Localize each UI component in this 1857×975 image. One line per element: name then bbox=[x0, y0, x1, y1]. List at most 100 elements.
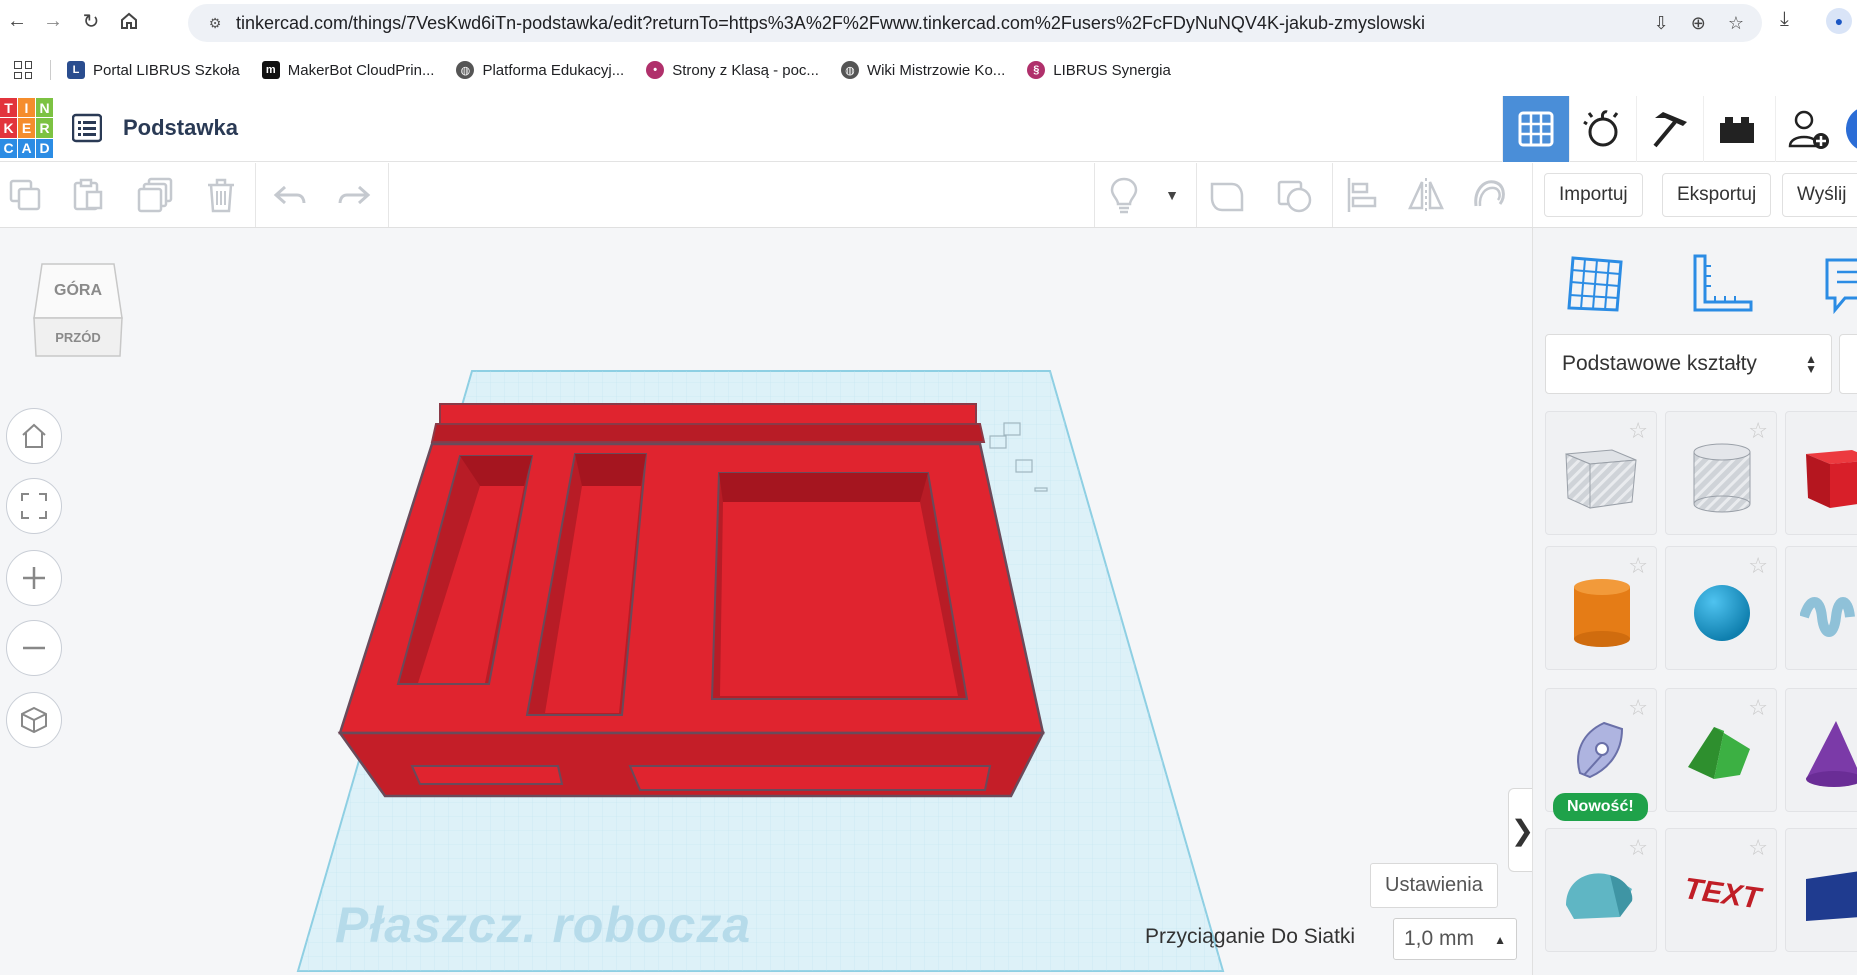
synergia-icon: § bbox=[1027, 61, 1046, 79]
notes-button[interactable] bbox=[1104, 175, 1144, 215]
shape-text[interactable]: ☆ TEXT bbox=[1665, 828, 1777, 952]
send-to-button[interactable]: Wyślij bbox=[1782, 173, 1857, 217]
bookmark-strony[interactable]: • Strony z Klasą - poc... bbox=[646, 61, 819, 79]
bookmark-librus[interactable]: L Portal LIBRUS Szkoła bbox=[67, 61, 240, 79]
ruler-tool-button[interactable] bbox=[1689, 252, 1755, 318]
notes-tool-button[interactable] bbox=[1821, 252, 1857, 318]
apps-icon[interactable] bbox=[12, 59, 34, 81]
delete-button[interactable] bbox=[201, 175, 241, 215]
undo-icon bbox=[273, 185, 306, 205]
bookmark-synergia[interactable]: § LIBRUS Synergia bbox=[1027, 61, 1171, 79]
toolbar-divider bbox=[1196, 163, 1197, 227]
shape-sphere[interactable]: ☆ bbox=[1665, 546, 1777, 670]
forward-button[interactable]: → bbox=[38, 6, 68, 36]
align-button[interactable] bbox=[1342, 175, 1382, 215]
redo-button[interactable] bbox=[334, 175, 374, 215]
3d-workspace[interactable]: Płaszcz. robocza GÓRA PRZÓD ❯ Ustawienia… bbox=[0, 228, 1532, 975]
profile-avatar[interactable]: ● bbox=[1826, 8, 1852, 34]
back-button[interactable]: ← bbox=[2, 6, 32, 36]
box-hole-icon bbox=[1565, 449, 1637, 509]
mirror-button[interactable] bbox=[1406, 175, 1446, 215]
zoom-icon[interactable]: ⊕ bbox=[1691, 13, 1706, 34]
3d-design-view-button[interactable] bbox=[1502, 96, 1569, 162]
grid-icon bbox=[1518, 111, 1554, 147]
bookmark-label: LIBRUS Synergia bbox=[1053, 61, 1171, 79]
settings-button[interactable]: Ustawienia bbox=[1370, 863, 1498, 908]
fit-view-button[interactable] bbox=[6, 478, 62, 534]
shape-search-button[interactable] bbox=[1839, 334, 1857, 394]
shape-roof[interactable]: ☆ bbox=[1665, 688, 1777, 812]
downloads-icon[interactable]: ⤓ bbox=[1780, 8, 1789, 31]
view-cube-front-label[interactable]: PRZÓD bbox=[30, 330, 126, 345]
3d-model-podstawka[interactable] bbox=[337, 403, 1046, 798]
logo-letter: T bbox=[0, 98, 17, 118]
ungroup-icon bbox=[1277, 180, 1312, 213]
workplane-tool-button[interactable] bbox=[1563, 252, 1629, 318]
edit-toolbar: ▼ Importuj Eksportuj Wyślij bbox=[0, 163, 1857, 228]
invite-user-button[interactable] bbox=[1775, 96, 1842, 162]
zoom-out-button[interactable] bbox=[6, 620, 62, 676]
bookmark-wiki[interactable]: ◍ Wiki Mistrzowie Ko... bbox=[840, 61, 1005, 79]
url-text[interactable]: tinkercad.com/things/7VesKwd6iTn-podstaw… bbox=[236, 13, 1425, 34]
copy-button[interactable] bbox=[5, 175, 45, 215]
design-title[interactable]: Podstawka bbox=[123, 115, 238, 141]
snap-grid-label: Przyciąganie Do Siatki bbox=[1145, 925, 1356, 948]
sim-lab-button[interactable] bbox=[1569, 96, 1636, 162]
bookmark-makerbot[interactable]: m MakerBot CloudPrin... bbox=[261, 61, 434, 79]
bricks-button[interactable] bbox=[1703, 96, 1770, 162]
shape-cylinder[interactable]: ☆ bbox=[1545, 546, 1657, 670]
bookmarks-bar: L Portal LIBRUS Szkoła m MakerBot CloudPri… bbox=[0, 52, 1857, 88]
zoom-in-button[interactable] bbox=[6, 550, 62, 606]
tinkercad-logo[interactable]: T I N K E R C A D bbox=[0, 98, 53, 158]
panel-collapse-chevron-icon[interactable]: ❯ bbox=[1508, 788, 1532, 872]
cylinder-hole-icon bbox=[1693, 443, 1751, 513]
ungroup-button[interactable] bbox=[1274, 175, 1314, 215]
bookmark-platforma[interactable]: ◍ Platforma Edukacyj... bbox=[456, 61, 624, 79]
snap-grid-select[interactable]: 1,0 mm ▲ bbox=[1393, 918, 1517, 960]
install-app-icon[interactable]: ⇩ bbox=[1654, 13, 1669, 34]
shape-round-roof[interactable]: ☆ bbox=[1545, 828, 1657, 952]
shape-category-select[interactable]: Podstawowe kształty ▲ ▼ bbox=[1545, 334, 1832, 394]
home-view-button[interactable] bbox=[6, 408, 62, 464]
undo-button[interactable] bbox=[270, 175, 310, 215]
select-caret-icon: ▲ ▼ bbox=[1805, 352, 1817, 376]
shape-wedge[interactable] bbox=[1785, 828, 1857, 952]
group-icon bbox=[1210, 182, 1244, 212]
paste-button[interactable] bbox=[68, 175, 108, 215]
shape-cone[interactable] bbox=[1785, 688, 1857, 812]
align-icon bbox=[1347, 178, 1377, 212]
shape-box[interactable] bbox=[1785, 411, 1857, 535]
bookmark-label: Portal LIBRUS Szkoła bbox=[93, 61, 240, 79]
bookmark-star-icon[interactable]: ☆ bbox=[1728, 13, 1744, 34]
notes-dropdown-chevron-icon[interactable]: ▼ bbox=[1152, 175, 1192, 215]
svg-text:TEXT: TEXT bbox=[1682, 872, 1764, 916]
perspective-toggle-button[interactable] bbox=[6, 692, 62, 748]
logo-letter: K bbox=[0, 118, 17, 138]
home-button[interactable] bbox=[114, 6, 144, 36]
shape-cylinder-hole[interactable]: ☆ bbox=[1665, 411, 1777, 535]
shape-scribble[interactable] bbox=[1785, 546, 1857, 670]
address-bar[interactable]: ⚙ tinkercad.com/things/7VesKwd6iTn-podst… bbox=[188, 4, 1762, 42]
comment-icon bbox=[1825, 258, 1857, 315]
duplicate-button[interactable] bbox=[135, 175, 175, 215]
mirror-icon bbox=[1408, 178, 1444, 212]
globe-icon: ◍ bbox=[456, 61, 475, 79]
minecraft-button[interactable] bbox=[1636, 96, 1703, 162]
view-cube[interactable]: GÓRA PRZÓD bbox=[30, 258, 126, 368]
fit-all-icon bbox=[21, 493, 47, 519]
design-list-button[interactable] bbox=[71, 113, 103, 143]
group-button[interactable] bbox=[1207, 175, 1247, 215]
physics-apple-icon bbox=[1583, 110, 1619, 147]
workplane-canvas[interactable] bbox=[0, 228, 1532, 975]
export-button[interactable]: Eksportuj bbox=[1662, 173, 1772, 217]
user-avatar[interactable] bbox=[1846, 106, 1857, 152]
reload-button[interactable]: ↻ bbox=[76, 6, 106, 36]
view-cube-top-label[interactable]: GÓRA bbox=[30, 282, 126, 300]
shape-box-hole[interactable]: ☆ bbox=[1545, 411, 1657, 535]
cruise-button[interactable] bbox=[1470, 175, 1510, 215]
site-info-icon[interactable]: ⚙ bbox=[204, 12, 226, 34]
import-button[interactable]: Importuj bbox=[1544, 173, 1643, 217]
logo-letter: I bbox=[18, 98, 35, 118]
cube-perspective-icon bbox=[21, 706, 47, 734]
copy-icon bbox=[9, 179, 41, 211]
